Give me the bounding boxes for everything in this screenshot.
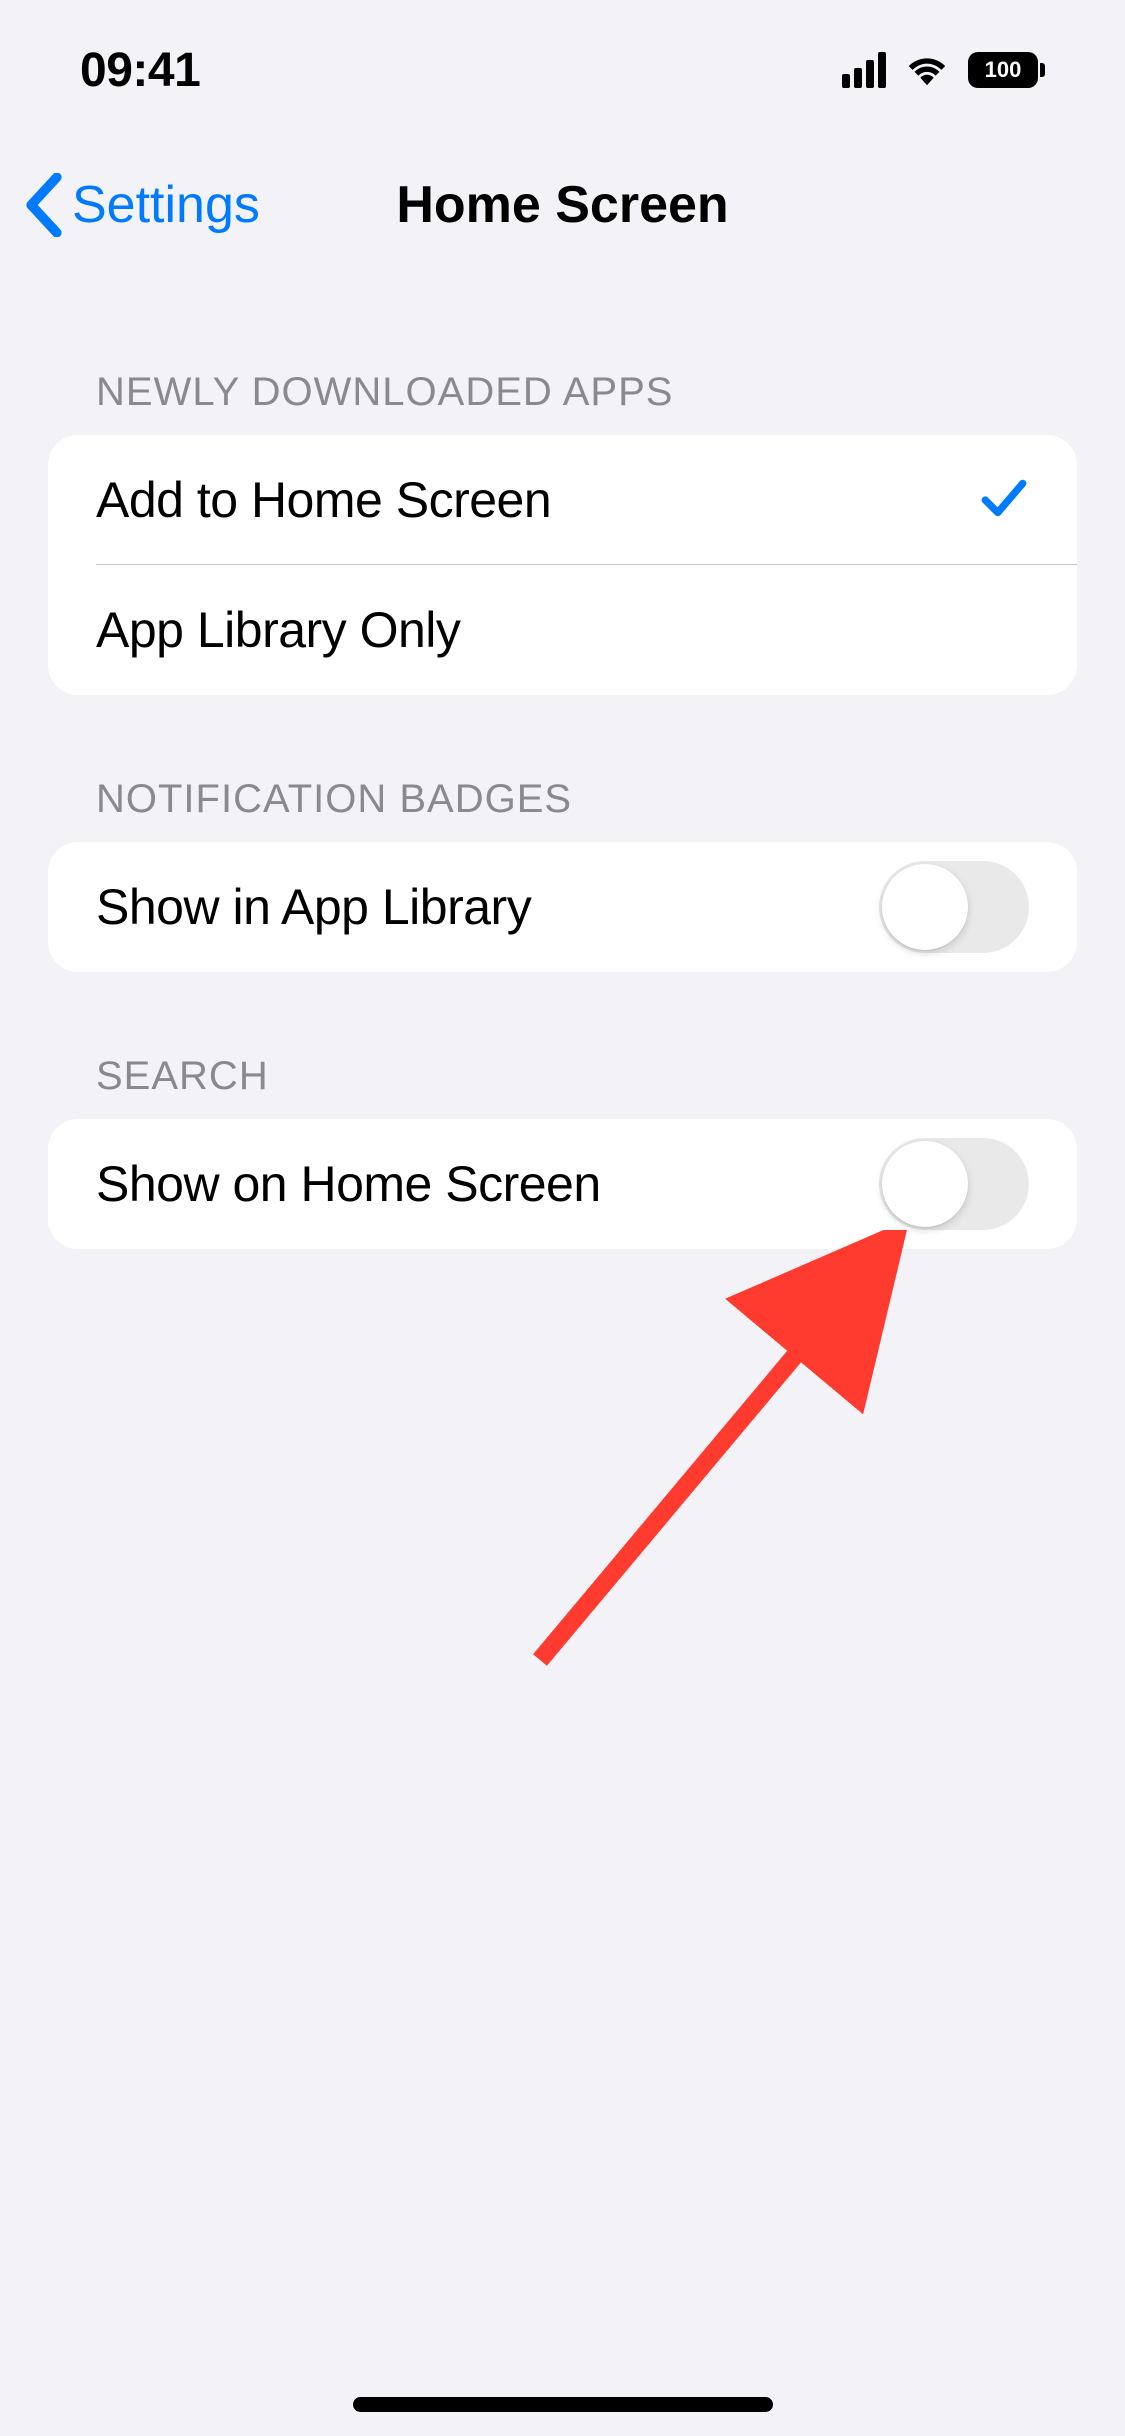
group-downloaded-apps: Add to Home Screen App Library Only — [48, 435, 1077, 695]
chevron-left-icon — [24, 173, 64, 237]
toggle-knob — [882, 864, 968, 950]
option-label: App Library Only — [96, 601, 460, 659]
status-bar: 09:41 100 — [0, 0, 1125, 140]
row-label: Show in App Library — [96, 878, 531, 936]
toggle-show-in-app-library[interactable] — [879, 861, 1029, 953]
group-notification-badges: Show in App Library — [48, 842, 1077, 972]
battery-level: 100 — [968, 52, 1038, 88]
option-label: Add to Home Screen — [96, 471, 551, 529]
back-button[interactable]: Settings — [24, 173, 260, 237]
option-app-library-only[interactable]: App Library Only — [48, 565, 1077, 695]
section-header-search: SEARCH — [48, 972, 1077, 1119]
option-add-to-home-screen[interactable]: Add to Home Screen — [48, 435, 1077, 565]
section-header-downloaded-apps: NEWLY DOWNLOADED APPS — [48, 270, 1077, 435]
group-search: Show on Home Screen — [48, 1119, 1077, 1249]
cellular-signal-icon — [842, 52, 886, 88]
navigation-bar: Settings Home Screen — [0, 140, 1125, 270]
annotation-arrow — [530, 1230, 910, 1670]
content: NEWLY DOWNLOADED APPS Add to Home Screen… — [0, 270, 1125, 1249]
status-icons: 100 — [842, 50, 1045, 91]
wifi-icon — [904, 50, 950, 91]
toggle-knob — [882, 1141, 968, 1227]
row-show-in-app-library: Show in App Library — [48, 842, 1077, 972]
home-indicator[interactable] — [353, 2397, 773, 2412]
section-header-notification-badges: NOTIFICATION BADGES — [48, 695, 1077, 842]
toggle-show-on-home-screen[interactable] — [879, 1138, 1029, 1230]
checkmark-icon — [979, 473, 1029, 528]
back-label: Settings — [72, 175, 260, 235]
row-label: Show on Home Screen — [96, 1155, 601, 1213]
battery-icon: 100 — [968, 52, 1045, 88]
row-show-on-home-screen: Show on Home Screen — [48, 1119, 1077, 1249]
status-time: 09:41 — [80, 43, 200, 98]
